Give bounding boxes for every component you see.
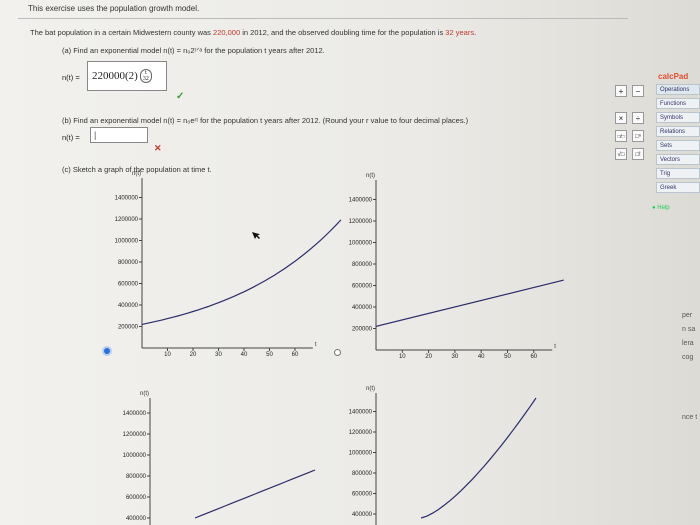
y-tick-label-2-6: 200000 — [352, 327, 373, 333]
answer-base: 220000(2) — [92, 70, 138, 82]
cropped-text-4: cog — [682, 354, 694, 361]
cropped-text-5: nce t — [682, 414, 698, 421]
x-tick-label-1-4: 50 — [266, 352, 273, 358]
plus-button[interactable]: + — [615, 85, 627, 97]
x-tick-label-2-3: 40 — [478, 354, 485, 360]
exercise-header: This exercise uses the population growth… — [18, 0, 628, 19]
y-tick-label-3-3: 800000 — [126, 474, 147, 480]
y-tick-label-2-5: 400000 — [352, 305, 373, 311]
part-b-answer-field[interactable]: | — [90, 127, 148, 143]
exponent-denominator: 32 — [142, 76, 149, 82]
curve-2 — [375, 279, 564, 327]
y-tick-label-2-4: 600000 — [352, 284, 373, 290]
calcpad-title: calcPad — [658, 72, 689, 81]
y-tick-label-4-2: 1000000 — [349, 451, 373, 457]
y-tick-label-3-4: 600000 — [126, 495, 147, 501]
x-tick-label-2-4: 50 — [504, 354, 511, 360]
y-tick-label-4-1: 1200000 — [349, 430, 373, 436]
x-tick-label-2-1: 20 — [425, 354, 432, 360]
y-axis-label-2: n(t) — [366, 173, 375, 179]
y-tick-label-1-5: 400000 — [118, 303, 139, 309]
y-tick-label-2-2: 1000000 — [349, 241, 373, 247]
part-a-label: n(t) = — [62, 73, 80, 82]
y-tick-label-2-3: 800000 — [352, 262, 373, 268]
x-tick-label-1-5: 60 — [292, 352, 299, 358]
tab-relations[interactable]: Relations — [656, 126, 700, 137]
power-button[interactable]: □ⁿ — [632, 130, 644, 142]
curve-1 — [141, 219, 342, 325]
y-tick-label-3-1: 1200000 — [123, 432, 147, 438]
exercise-page: This exercise uses the population growth… — [0, 0, 700, 525]
x-tick-label-1-1: 20 — [190, 352, 197, 358]
x-tick-label-1-0: 10 — [164, 352, 171, 358]
x-tick-label-2-0: 10 — [399, 354, 406, 360]
y-tick-label-2-1: 1200000 — [349, 219, 373, 225]
y-tick-label-4-0: 1400000 — [349, 410, 373, 416]
cropped-text-2: n sa — [682, 326, 696, 333]
tab-vectors[interactable]: Vectors — [656, 154, 700, 165]
sqrt-button[interactable]: √□ — [615, 148, 627, 160]
y-tick-label-3-0: 1400000 — [123, 411, 147, 417]
graph-option-2-radio[interactable] — [334, 349, 341, 356]
cropped-text-3: lera — [682, 340, 694, 347]
tab-functions[interactable]: Functions — [656, 98, 700, 109]
y-tick-label-2-0: 1400000 — [349, 198, 373, 204]
y-tick-label-3-5: 400000 — [126, 516, 147, 522]
tab-symbols[interactable]: Symbols — [656, 112, 700, 123]
cursor-icon — [252, 232, 260, 239]
y-tick-label-3-2: 1000000 — [123, 453, 147, 459]
y-tick-label-1-6: 200000 — [118, 325, 139, 331]
x-tick-label-2-2: 30 — [452, 354, 459, 360]
fraction-button[interactable]: □⁄□ — [615, 130, 627, 142]
x-tick-label-2-5: 60 — [530, 354, 537, 360]
help-icon: ● — [652, 205, 656, 211]
divide-button[interactable]: ÷ — [632, 112, 644, 124]
initial-population: 220,000 — [213, 28, 241, 37]
help-label: Help — [657, 205, 670, 211]
y-tick-label-1-2: 1000000 — [115, 239, 139, 245]
tab-greek[interactable]: Greek — [656, 182, 700, 193]
part-b-prompt: (b) Find an exponential model n(t) = n₀e… — [62, 116, 469, 125]
tab-sets[interactable]: Sets — [656, 140, 700, 151]
problem-text-2: in 2012, and the observed doubling time … — [240, 28, 446, 37]
graph-option-1-radio[interactable] — [104, 348, 110, 354]
part-c-prompt: (c) Sketch a graph of the population at … — [62, 165, 212, 174]
check-icon: ✓ — [176, 91, 185, 102]
factorial-button[interactable]: □! — [632, 148, 644, 160]
problem-statement: The bat population in a certain Midweste… — [30, 28, 476, 37]
tab-trig[interactable]: Trig — [656, 168, 700, 179]
y-axis-label-4: n(t) — [366, 386, 375, 392]
x-tick-label-1-2: 30 — [215, 352, 222, 358]
x-icon: ✕ — [154, 143, 162, 153]
doubling-time: 32 years — [445, 28, 475, 37]
y-tick-label-1-0: 1400000 — [115, 196, 139, 202]
x-tick-label-1-3: 40 — [241, 352, 248, 358]
y-axis-label-3: n(t) — [140, 391, 149, 397]
curve-4 — [420, 397, 537, 519]
calcpad: calcPad + − × ÷ □⁄□ □ⁿ √□ □! Operations … — [612, 72, 700, 222]
x-axis-label-1: t — [315, 342, 317, 348]
problem-text-3: . — [474, 28, 477, 37]
part-a-prompt: (a) Find an exponential model n(t) = n₀2… — [62, 46, 325, 55]
y-tick-label-4-5: 400000 — [352, 512, 373, 518]
minus-button[interactable]: − — [632, 85, 644, 97]
y-tick-label-1-3: 800000 — [118, 260, 139, 266]
times-button[interactable]: × — [615, 112, 627, 124]
cropped-text-1: per — [682, 312, 693, 319]
tab-operations[interactable]: Operations — [656, 84, 700, 95]
y-tick-label-1-1: 1200000 — [115, 217, 139, 223]
y-tick-label-4-4: 600000 — [352, 492, 373, 498]
curve-3 — [194, 469, 316, 519]
y-tick-label-1-4: 600000 — [118, 282, 139, 288]
x-axis-label-2: t — [554, 344, 556, 350]
help-link[interactable]: ● Help — [652, 205, 670, 211]
y-tick-label-4-3: 800000 — [352, 471, 373, 477]
part-a-answer-field[interactable]: 220000(2) t 32 — [87, 61, 167, 91]
problem-text-1: The bat population in a certain Midweste… — [30, 28, 214, 37]
part-b-label: n(t) = — [62, 133, 80, 142]
exponent-fraction: t 32 — [139, 69, 152, 83]
